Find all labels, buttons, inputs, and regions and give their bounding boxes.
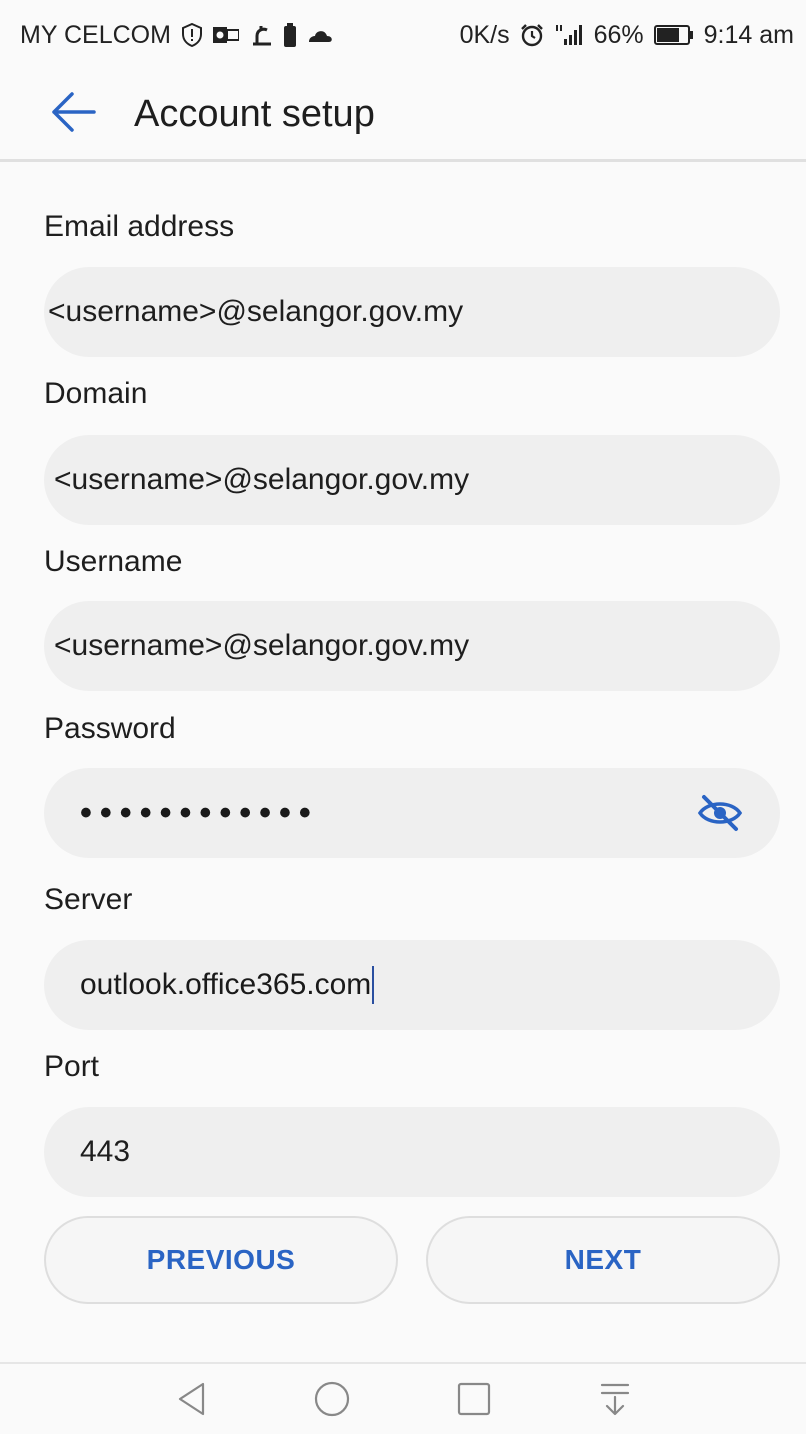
username-field[interactable] [44,601,780,691]
battery-saver-icon [283,23,297,47]
password-input[interactable]: •••••••••••• [80,794,690,833]
notification-icon [249,24,273,46]
port-label: Port [44,1050,100,1083]
username-input[interactable] [54,629,750,663]
previous-button[interactable]: PREVIOUS [44,1216,398,1304]
server-label: Server [44,883,133,916]
domain-field[interactable] [44,435,780,525]
back-arrow-icon [50,92,96,137]
network-speed: 0K/s [459,20,510,49]
password-label: Password [44,712,176,745]
signal-icon [554,23,584,47]
email-field[interactable] [44,267,780,357]
recents-square-icon[interactable] [444,1369,504,1429]
status-right: 0K/s 66% 9:14 am [460,21,794,50]
username-label: Username [44,545,183,578]
page-title: Account setup [134,93,375,135]
password-field[interactable]: •••••••••••• [44,768,780,858]
eye-off-icon[interactable] [690,783,750,843]
system-nav-bar [0,1362,806,1434]
status-left: MY CELCOM [20,21,333,50]
next-button[interactable]: NEXT [426,1216,780,1304]
back-button[interactable] [38,80,108,150]
home-circle-icon[interactable] [302,1369,362,1429]
server-input[interactable]: outlook.office365.com [80,968,371,1002]
domain-label: Domain [44,377,148,410]
status-bar: MY CELCOM 0K/s 66% 9:14 am [0,0,806,70]
alarm-icon [520,23,544,47]
port-input[interactable] [80,1135,750,1169]
app-bar: Account setup [0,70,806,162]
text-caret [372,966,375,1004]
shield-icon [181,23,203,47]
back-triangle-icon[interactable] [161,1369,221,1429]
domain-input[interactable] [54,463,750,497]
port-field[interactable] [44,1107,780,1197]
battery-percent: 66% [593,20,644,49]
carrier-name: MY CELCOM [20,20,171,49]
clock-time: 9:14 am [703,20,794,49]
server-field[interactable]: outlook.office365.com [44,940,780,1030]
notification-pull-icon[interactable] [585,1369,645,1429]
cloud-icon [307,26,333,44]
email-input[interactable] [48,295,750,329]
outlook-icon [212,25,239,45]
battery-icon [653,24,694,46]
email-label: Email address [44,210,235,243]
